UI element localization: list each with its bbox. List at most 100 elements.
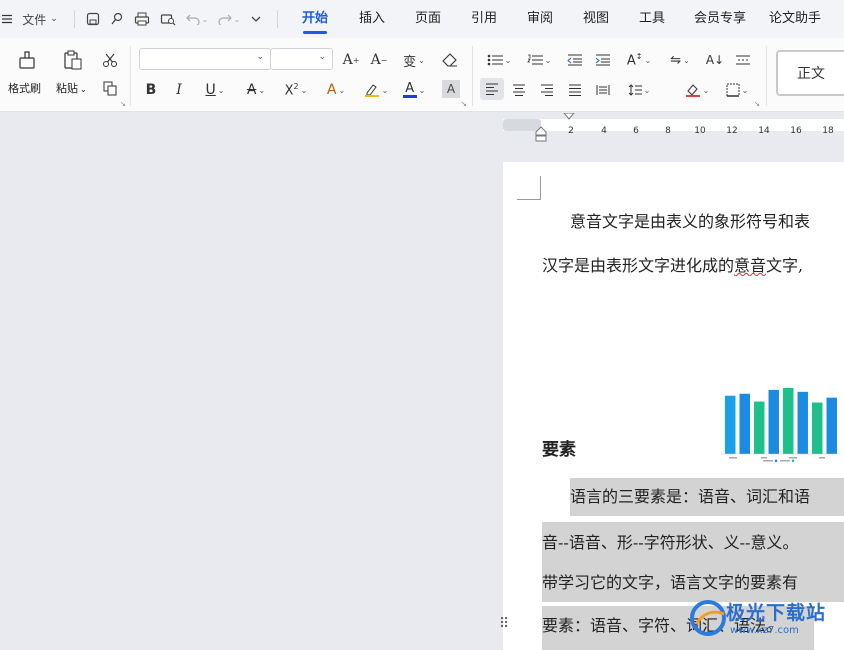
tab-page[interactable]: 页面 [400, 0, 456, 38]
tab-member[interactable]: 会员专享 [680, 0, 760, 38]
decrease-indent-icon[interactable] [564, 50, 586, 70]
chart-bar [797, 391, 808, 454]
divider [277, 10, 278, 28]
increase-indent-icon[interactable] [592, 50, 614, 70]
save-icon[interactable] [83, 7, 103, 31]
page-corner-mark [517, 176, 541, 200]
embedded-chart[interactable] [717, 382, 844, 462]
bold-icon[interactable]: B [141, 80, 161, 100]
cut-icon[interactable] [100, 50, 120, 70]
divider [472, 46, 473, 106]
char-shading-icon[interactable]: A [442, 80, 460, 98]
chevron-down-icon: ⌄ [50, 14, 58, 24]
format-painter-button[interactable] [14, 48, 40, 72]
line-spacing-icon[interactable]: ⌄ [622, 80, 656, 100]
sort-icon[interactable]: A↓ [704, 50, 726, 70]
strikethrough-icon[interactable]: A ⌄ [240, 80, 272, 100]
print-icon[interactable] [131, 7, 153, 31]
legend-label [763, 460, 773, 462]
chart-bar [754, 401, 765, 454]
tab-review[interactable]: 审阅 [512, 0, 568, 38]
shading-icon[interactable]: ⌄ [680, 80, 714, 100]
paste-label[interactable]: 粘贴 ⌄ [56, 80, 87, 96]
tab-view[interactable]: 视图 [568, 0, 624, 38]
ruler-tick: 2 [568, 126, 574, 136]
selected-line[interactable]: 音--语音、形--字符形状、义--意义。 [542, 522, 844, 564]
chevron-down-icon: ⌄ [80, 85, 87, 94]
paragraph-line[interactable]: 汉字是由表形文字进化成的意音文字, [542, 252, 844, 276]
chart-tick-label [819, 457, 825, 459]
hamburger-icon[interactable] [2, 7, 12, 31]
export-icon[interactable] [107, 7, 127, 31]
distributed-icon[interactable] [592, 80, 614, 100]
text-direction-icon[interactable]: A↕ ⌄ [622, 50, 656, 70]
italic-icon[interactable]: I [169, 80, 189, 100]
tab-references[interactable]: 引用 [456, 0, 512, 38]
copy-icon[interactable] [100, 78, 120, 98]
left-indent-marker[interactable] [535, 126, 547, 142]
horizontal-ruler[interactable]: 2 4 6 8 10 12 14 16 18 [503, 113, 844, 142]
file-menu[interactable]: 文件 ⌄ [16, 7, 64, 31]
divider [130, 46, 131, 106]
ruler-tick: 4 [601, 126, 607, 136]
chart-bar [768, 389, 779, 454]
paste-button[interactable] [60, 48, 86, 72]
chevron-down-icon: ⌄ [256, 52, 264, 62]
legend-marker [791, 459, 795, 462]
chart-tick-label [789, 457, 797, 459]
underline-icon[interactable]: U ⌄ [199, 80, 231, 100]
borders-icon[interactable]: ⌄ [720, 80, 754, 100]
document-page[interactable]: 意音文字是由表义的象形符号和表 汉字是由表形文字进化成的意音文字, 要素 语言的… [503, 162, 844, 650]
ruler-tick: 10 [694, 126, 706, 136]
selected-line[interactable]: 语言的三要素是：语音、词汇和语 [570, 478, 844, 516]
tab-home[interactable]: 开始 [286, 0, 344, 38]
spell-check-word[interactable]: 意音 [734, 256, 766, 275]
text-effect-icon[interactable]: A ⌄ [320, 80, 352, 100]
tab-thesis[interactable]: 论文助手 [760, 0, 830, 38]
justify-icon[interactable] [564, 80, 586, 100]
ribbon-toolbar: 格式刷 粘贴 ⌄ ↘ ⌄ ⌄ A + A − 变 ⌄ B I U ⌄ A ⌄ X2 ⌄ A ⌄ … [0, 38, 844, 112]
superscript-icon[interactable]: X2 ⌄ [280, 80, 312, 100]
more-icon[interactable] [247, 7, 265, 31]
bullet-list-icon[interactable]: ⌄ [482, 50, 516, 70]
highlight-icon[interactable]: ⌄ [360, 80, 392, 100]
chart-tick-label [761, 457, 767, 459]
show-marks-icon[interactable] [732, 50, 754, 70]
undo-icon[interactable]: ⌄ [183, 7, 211, 31]
first-line-indent-marker[interactable] [563, 113, 575, 121]
divider [74, 10, 75, 28]
paragraph-line[interactable]: 意音文字是由表义的象形符号和表 [570, 208, 844, 232]
divider [766, 46, 767, 106]
align-left-icon[interactable] [480, 78, 504, 100]
chart-bar [739, 393, 750, 454]
print-preview-icon[interactable] [157, 7, 179, 31]
font-size-select[interactable]: ⌄ [270, 48, 333, 70]
font-color-icon[interactable]: A ⌄ [398, 80, 430, 100]
text-run: 汉字是由表形文字进化成的 [542, 256, 735, 275]
phonetic-guide-icon[interactable]: 变 ⌄ [396, 50, 432, 70]
ruler-track: 2 4 6 8 10 12 14 16 18 [503, 119, 844, 136]
clipboard-dialog-launcher[interactable]: ↘ [120, 100, 126, 108]
paragraph-dialog-launcher[interactable]: ↘ [754, 100, 760, 108]
legend-label [780, 460, 790, 462]
line-break-icon[interactable]: ⇋ ⌄ [663, 50, 697, 70]
style-normal[interactable]: 正文 [776, 50, 844, 96]
tab-tools[interactable]: 工具 [624, 0, 680, 38]
clipboard-icon [64, 50, 82, 70]
font-name-select[interactable]: ⌄ [139, 48, 271, 70]
numbered-list-icon[interactable]: ⌄ [522, 50, 556, 70]
align-right-icon[interactable] [536, 80, 558, 100]
eraser-icon[interactable] [440, 50, 460, 70]
grow-font-icon[interactable]: A + [341, 50, 361, 70]
chart-bar [783, 387, 794, 454]
align-center-icon[interactable] [508, 80, 530, 100]
font-dialog-launcher[interactable]: ↘ [461, 100, 467, 108]
ribbon-tabs: 开始 插入 页面 引用 审阅 视图 工具 会员专享 论文助手 [286, 0, 830, 38]
tab-insert[interactable]: 插入 [344, 0, 400, 38]
drag-handle-icon[interactable]: ⠿ [499, 616, 509, 632]
section-heading[interactable]: 要素 [542, 435, 576, 460]
redo-icon[interactable]: ⌄ [215, 7, 243, 31]
chart-tick-label [729, 457, 737, 459]
text-run: 文字, [766, 256, 804, 275]
shrink-font-icon[interactable]: A − [369, 50, 389, 70]
